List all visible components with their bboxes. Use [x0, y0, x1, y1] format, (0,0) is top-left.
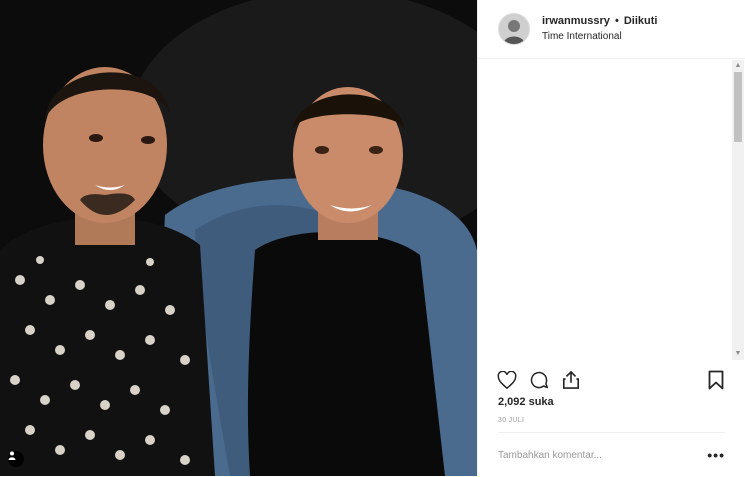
follow-status[interactable]: Diikuti — [624, 15, 658, 27]
post-date[interactable]: 30 JULI — [498, 417, 524, 424]
share-icon[interactable] — [560, 369, 582, 391]
username-link[interactable]: irwanmussry — [542, 15, 610, 27]
user-tag-icon[interactable] — [8, 451, 24, 467]
likes-count[interactable]: 2,092 suka — [498, 396, 554, 408]
avatar[interactable] — [498, 13, 530, 45]
more-options-icon[interactable]: ••• — [707, 448, 725, 462]
photo-illustration — [0, 0, 477, 476]
heart-icon[interactable] — [496, 369, 518, 391]
post-photo[interactable] — [0, 0, 477, 476]
scroll-up-arrow-icon[interactable]: ▲ — [732, 60, 744, 72]
scroll-thumb[interactable] — [734, 72, 742, 142]
post-side-panel: irwanmussry • Diikuti Time International… — [477, 0, 745, 476]
location-link[interactable]: Time International — [542, 29, 657, 44]
scrollbar[interactable]: ▲ ▼ — [732, 60, 744, 360]
comments-area[interactable] — [478, 60, 745, 360]
comment-icon[interactable] — [528, 369, 550, 391]
scroll-down-arrow-icon[interactable]: ▼ — [732, 348, 744, 360]
post-header: irwanmussry • Diikuti Time International — [478, 0, 745, 59]
add-comment-bar: ••• — [498, 432, 725, 477]
post-modal: irwanmussry • Diikuti Time International… — [0, 0, 745, 476]
bookmark-icon[interactable] — [705, 369, 727, 391]
comment-input[interactable] — [498, 449, 708, 461]
post-actions — [496, 368, 727, 392]
separator-dot: • — [614, 15, 619, 27]
